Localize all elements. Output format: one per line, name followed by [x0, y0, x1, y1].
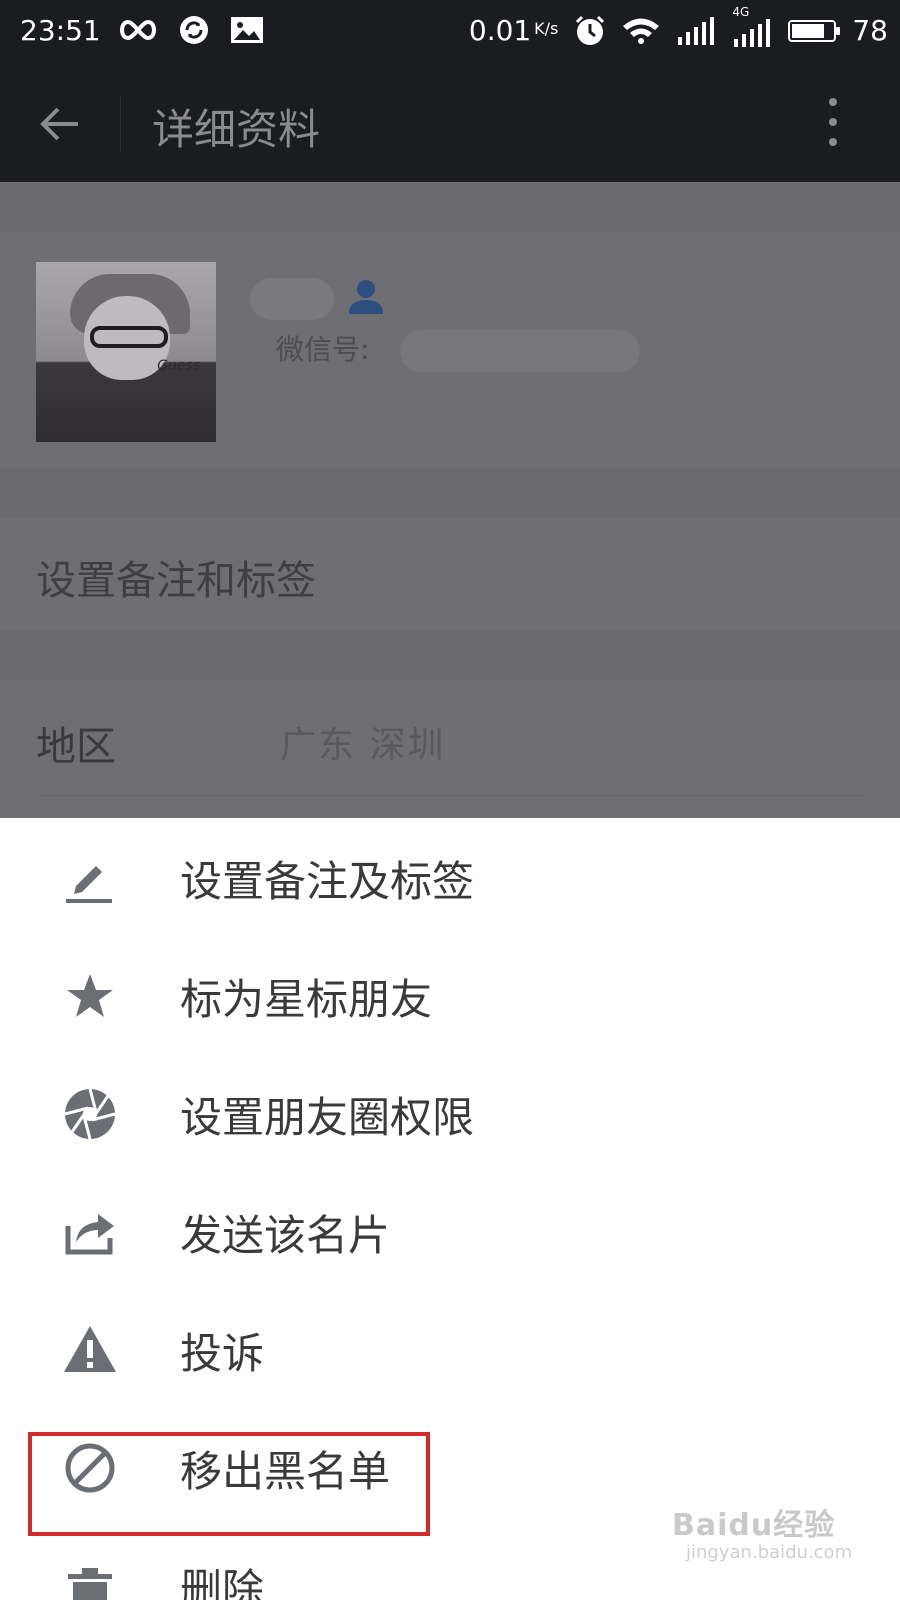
sync-icon — [178, 14, 210, 46]
nickname-redacted — [250, 278, 334, 320]
status-time: 23:51 — [20, 14, 101, 47]
network-type-label: 4G — [732, 4, 750, 19]
trash-icon — [62, 1558, 118, 1600]
net-speed: 0.01 K/s — [468, 14, 559, 47]
wifi-icon — [622, 17, 660, 45]
contact-icon — [346, 276, 386, 316]
menu-item-edit-remark[interactable]: 设置备注及标签 — [0, 818, 900, 938]
page-title: 详细资料 — [152, 105, 321, 154]
menu-item-label: 设置备注及标签 — [180, 857, 475, 906]
avatar: Guess — [36, 262, 216, 442]
back-arrow-icon[interactable] — [38, 102, 82, 146]
net-speed-unit: K/s — [534, 19, 559, 38]
baidu-watermark: Baidu经验 jingyan.baidu.com — [672, 1500, 872, 1580]
alarm-icon — [574, 15, 606, 47]
infinity-icon — [118, 16, 158, 44]
menu-item-label: 删除 — [180, 1565, 265, 1600]
menu-item-star-friend[interactable]: 标为星标朋友 — [0, 936, 900, 1056]
share-icon — [62, 1204, 118, 1260]
warning-icon — [62, 1322, 118, 1378]
highlight-annotation-box — [28, 1432, 430, 1536]
menu-item-moments-permission[interactable]: 设置朋友圈权限 — [0, 1054, 900, 1174]
edit-icon — [62, 850, 118, 906]
region-value: 广东 深圳 — [280, 725, 446, 766]
region-label: 地区 — [36, 724, 116, 770]
battery-level: 78 — [852, 14, 888, 47]
profile-page-background: Guess 微信号: 设置备注和标签 地区 广东 深圳 — [0, 182, 900, 822]
menu-item-label: 标为星标朋友 — [180, 975, 433, 1024]
region-row: 地区 广东 深圳 — [0, 680, 900, 822]
menu-item-label: 设置朋友圈权限 — [180, 1093, 475, 1142]
status-bar: 23:51 0.01 K/s 4G 78 — [0, 0, 900, 66]
avatar-caption: Guess — [157, 358, 200, 374]
image-icon — [230, 16, 264, 44]
action-bar: 详细资料 — [0, 66, 900, 182]
region-divider — [36, 795, 864, 796]
wechat-id-label: 微信号: — [276, 333, 370, 366]
remark-row: 设置备注和标签 — [0, 518, 900, 630]
context-menu: 设置备注及标签 标为星标朋友 设置朋友圈权限 发送该名片 投诉 移出黑名单 删除 — [0, 818, 900, 1600]
menu-item-report[interactable]: 投诉 — [0, 1290, 900, 1410]
menu-item-label: 发送该名片 — [180, 1211, 391, 1260]
status-right-icons: 0.01 K/s 4G 78 — [468, 5, 888, 48]
signal-4g-icon: 4G — [732, 5, 772, 47]
action-bar-divider — [120, 96, 121, 152]
menu-item-label: 投诉 — [180, 1329, 265, 1378]
more-vert-icon[interactable] — [826, 98, 840, 150]
signal-icon — [676, 16, 716, 45]
status-left-icons — [118, 14, 264, 46]
battery-icon — [788, 19, 841, 42]
watermark-logo: Baidu经验 — [672, 1508, 836, 1543]
profile-card: Guess 微信号: — [0, 232, 900, 468]
remark-row-label: 设置备注和标签 — [36, 558, 316, 604]
menu-item-send-card[interactable]: 发送该名片 — [0, 1172, 900, 1292]
aperture-icon — [62, 1086, 118, 1142]
wechat-id-redacted — [400, 330, 640, 372]
star-icon — [62, 968, 118, 1024]
watermark-url: jingyan.baidu.com — [686, 1542, 853, 1563]
